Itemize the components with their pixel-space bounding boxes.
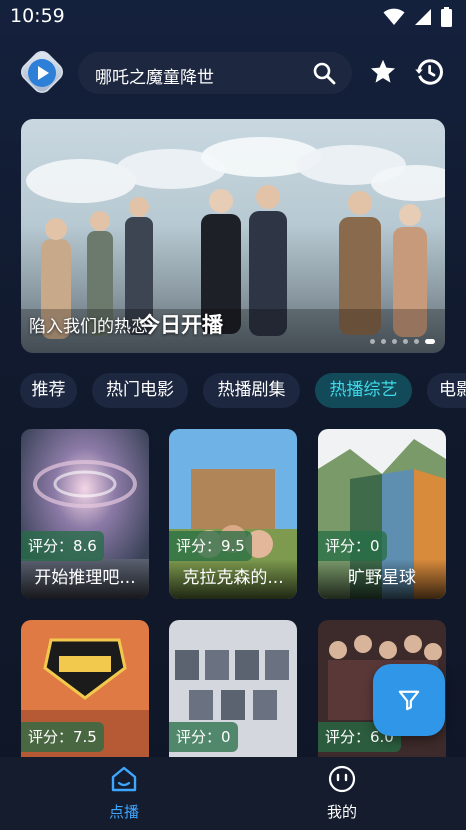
search-text: 哪吒之魔童降世	[95, 68, 214, 88]
filter-button[interactable]	[373, 664, 445, 736]
star-icon[interactable]	[369, 58, 397, 86]
tab-hot-series[interactable]: 热播剧集	[203, 373, 300, 408]
header: 哪吒之魔童降世	[0, 47, 466, 97]
banner-carousel[interactable]: 陷入我们的热恋 今日开播	[21, 119, 445, 353]
play-icon	[28, 59, 56, 87]
search-input[interactable]: 哪吒之魔童降世	[78, 52, 352, 94]
status-icons	[383, 7, 452, 27]
card-score: 评分：0	[169, 722, 238, 752]
nav-item-vod[interactable]: 点播	[64, 757, 184, 830]
battery-icon	[441, 7, 452, 27]
search-icon[interactable]	[312, 61, 336, 85]
bottom-nav: 点播 我的	[0, 757, 466, 830]
banner-dot[interactable]	[392, 339, 397, 344]
media-card[interactable]: 评分：0 旷野星球	[318, 429, 446, 599]
card-title: 克拉克森的...	[169, 559, 297, 599]
status-time: 10:59	[10, 5, 65, 27]
history-icon[interactable]	[414, 57, 444, 87]
wifi-icon	[383, 8, 405, 25]
nav-label: 点播	[108, 803, 139, 821]
card-score: 评分：8.6	[21, 531, 104, 561]
tab-recommend[interactable]: 推荐	[20, 373, 77, 408]
card-title: 开始推理吧...	[21, 559, 149, 599]
tab-hot-variety[interactable]: 热播综艺	[315, 373, 412, 408]
banner-dot[interactable]	[414, 339, 419, 344]
card-score: 评分：7.5	[21, 722, 104, 752]
banner-dot[interactable]	[381, 339, 386, 344]
banner-dot-active[interactable]	[425, 339, 435, 344]
media-card[interactable]: 评分：9.5 克拉克森的...	[169, 429, 297, 599]
media-card[interactable]: 评分：8.6 开始推理吧...	[21, 429, 149, 599]
card-score: 评分：9.5	[169, 531, 252, 561]
banner-dot[interactable]	[370, 339, 375, 344]
banner-caption: 陷入我们的热恋	[29, 317, 148, 337]
status-bar: 10:59	[0, 0, 466, 34]
card-title: 旷野星球	[318, 559, 446, 599]
banner-pagination	[370, 339, 435, 344]
signal-icon	[415, 9, 431, 25]
category-tabs: 推荐 热门电影 热播剧集 热播综艺 电影	[20, 373, 466, 409]
banner-dot[interactable]	[403, 339, 408, 344]
nav-label: 我的	[326, 803, 357, 821]
nav-item-mine[interactable]: 我的	[282, 757, 402, 830]
home-icon	[111, 766, 137, 792]
banner-headline: 今日开播	[139, 313, 223, 337]
media-card[interactable]: 评分：7.5	[21, 620, 149, 757]
filter-icon	[398, 690, 420, 711]
card-score: 评分：0	[318, 531, 387, 561]
tab-hot-movies[interactable]: 热门电影	[92, 373, 188, 408]
media-card[interactable]: 评分：0	[169, 620, 297, 757]
tab-movies[interactable]: 电影	[427, 373, 466, 408]
smiley-icon	[328, 765, 356, 793]
